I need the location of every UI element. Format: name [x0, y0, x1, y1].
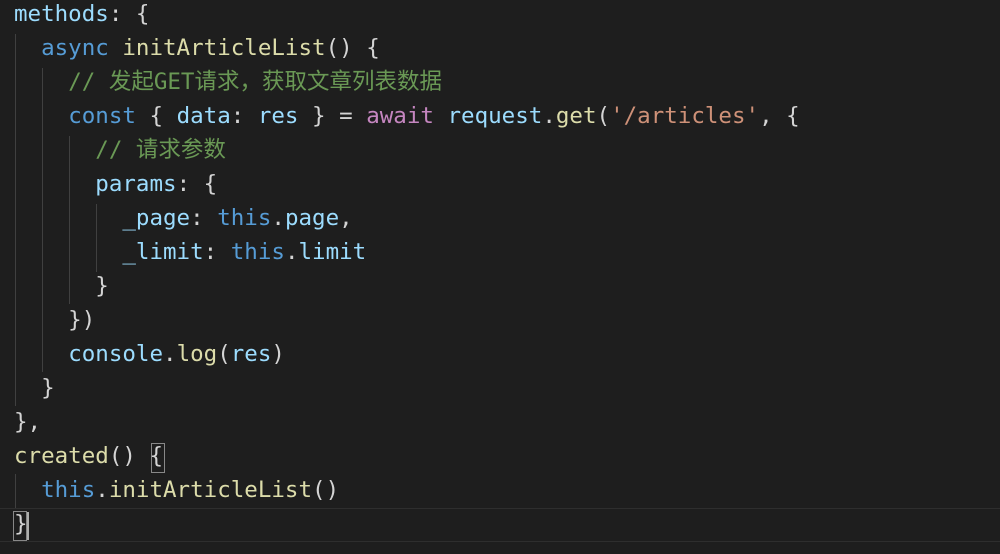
code-token: , — [339, 205, 353, 231]
code-token: ) — [271, 341, 285, 367]
code-token: res — [257, 103, 299, 129]
code-line[interactable]: methods: { — [14, 0, 149, 31]
code-token: methods — [14, 1, 109, 27]
code-token: get — [555, 103, 597, 129]
code-token: // 发起GET请求，获取文章列表数据 — [68, 69, 442, 95]
code-token: params — [95, 171, 177, 197]
code-line[interactable]: _page: this.page, — [14, 201, 353, 235]
code-token: initArticleList — [122, 35, 326, 61]
code-token: page — [284, 205, 340, 231]
code-token: this — [217, 205, 272, 231]
code-token: async — [41, 35, 109, 61]
code-token: } = — [298, 103, 367, 129]
code-token: log — [176, 341, 218, 367]
code-line[interactable]: } — [14, 371, 55, 405]
code-token: this — [230, 239, 285, 265]
code-token: . — [95, 477, 109, 503]
code-token: } — [14, 511, 28, 537]
code-token: : — [203, 239, 231, 265]
code-token: : — [190, 205, 218, 231]
code-editor[interactable]: methods: { async initArticleList() { // … — [0, 0, 1000, 554]
code-line[interactable]: // 发起GET请求，获取文章列表数据 — [14, 65, 442, 99]
code-line[interactable]: }, — [14, 405, 41, 439]
code-line[interactable]: const { data: res } = await request.get(… — [14, 99, 800, 133]
code-token: created — [14, 443, 109, 469]
code-token: () { — [325, 35, 380, 61]
code-line[interactable]: async initArticleList() { — [14, 31, 380, 65]
code-token: ( — [217, 341, 231, 367]
code-token: res — [230, 341, 272, 367]
code-token: _page — [122, 205, 191, 231]
code-token: } — [14, 273, 109, 299]
code-token: limit — [298, 239, 367, 265]
code-line[interactable]: this.initArticleList() — [14, 473, 339, 507]
code-line[interactable]: _limit: this.limit — [14, 235, 366, 269]
code-token: . — [542, 103, 556, 129]
code-token: () { — [108, 443, 164, 469]
code-token: request — [447, 103, 543, 129]
code-token: } — [14, 375, 55, 401]
code-line[interactable]: }) — [14, 303, 95, 337]
code-token: { — [135, 103, 177, 129]
code-token: }, — [14, 409, 42, 435]
code-token: : — [230, 103, 258, 129]
code-token: : { — [176, 171, 218, 197]
code-line[interactable]: // 请求参数 — [14, 133, 226, 167]
code-token: // 请求参数 — [95, 137, 226, 163]
code-line[interactable]: console.log(res) — [14, 337, 285, 371]
code-token: . — [271, 205, 285, 231]
code-token: console — [68, 341, 164, 367]
code-token: await — [366, 103, 434, 129]
current-line-highlight — [0, 508, 1000, 542]
code-token: , { — [759, 103, 800, 129]
code-line[interactable]: params: { — [14, 167, 217, 201]
code-token: data — [176, 103, 231, 129]
code-token: _limit — [122, 239, 204, 265]
code-token: initArticleList — [108, 477, 313, 503]
code-token: () — [312, 477, 340, 503]
code-token: '/articles' — [610, 103, 760, 129]
code-token: . — [284, 239, 299, 265]
code-token: . — [163, 341, 177, 367]
code-line[interactable]: } — [14, 269, 109, 303]
code-token: ( — [596, 103, 611, 129]
code-line[interactable]: } — [14, 507, 28, 541]
code-token: : { — [108, 1, 150, 27]
code-token: }) — [14, 307, 96, 333]
code-token: this — [41, 477, 96, 503]
code-token: const — [68, 103, 136, 129]
code-line[interactable]: created() { — [14, 439, 163, 473]
